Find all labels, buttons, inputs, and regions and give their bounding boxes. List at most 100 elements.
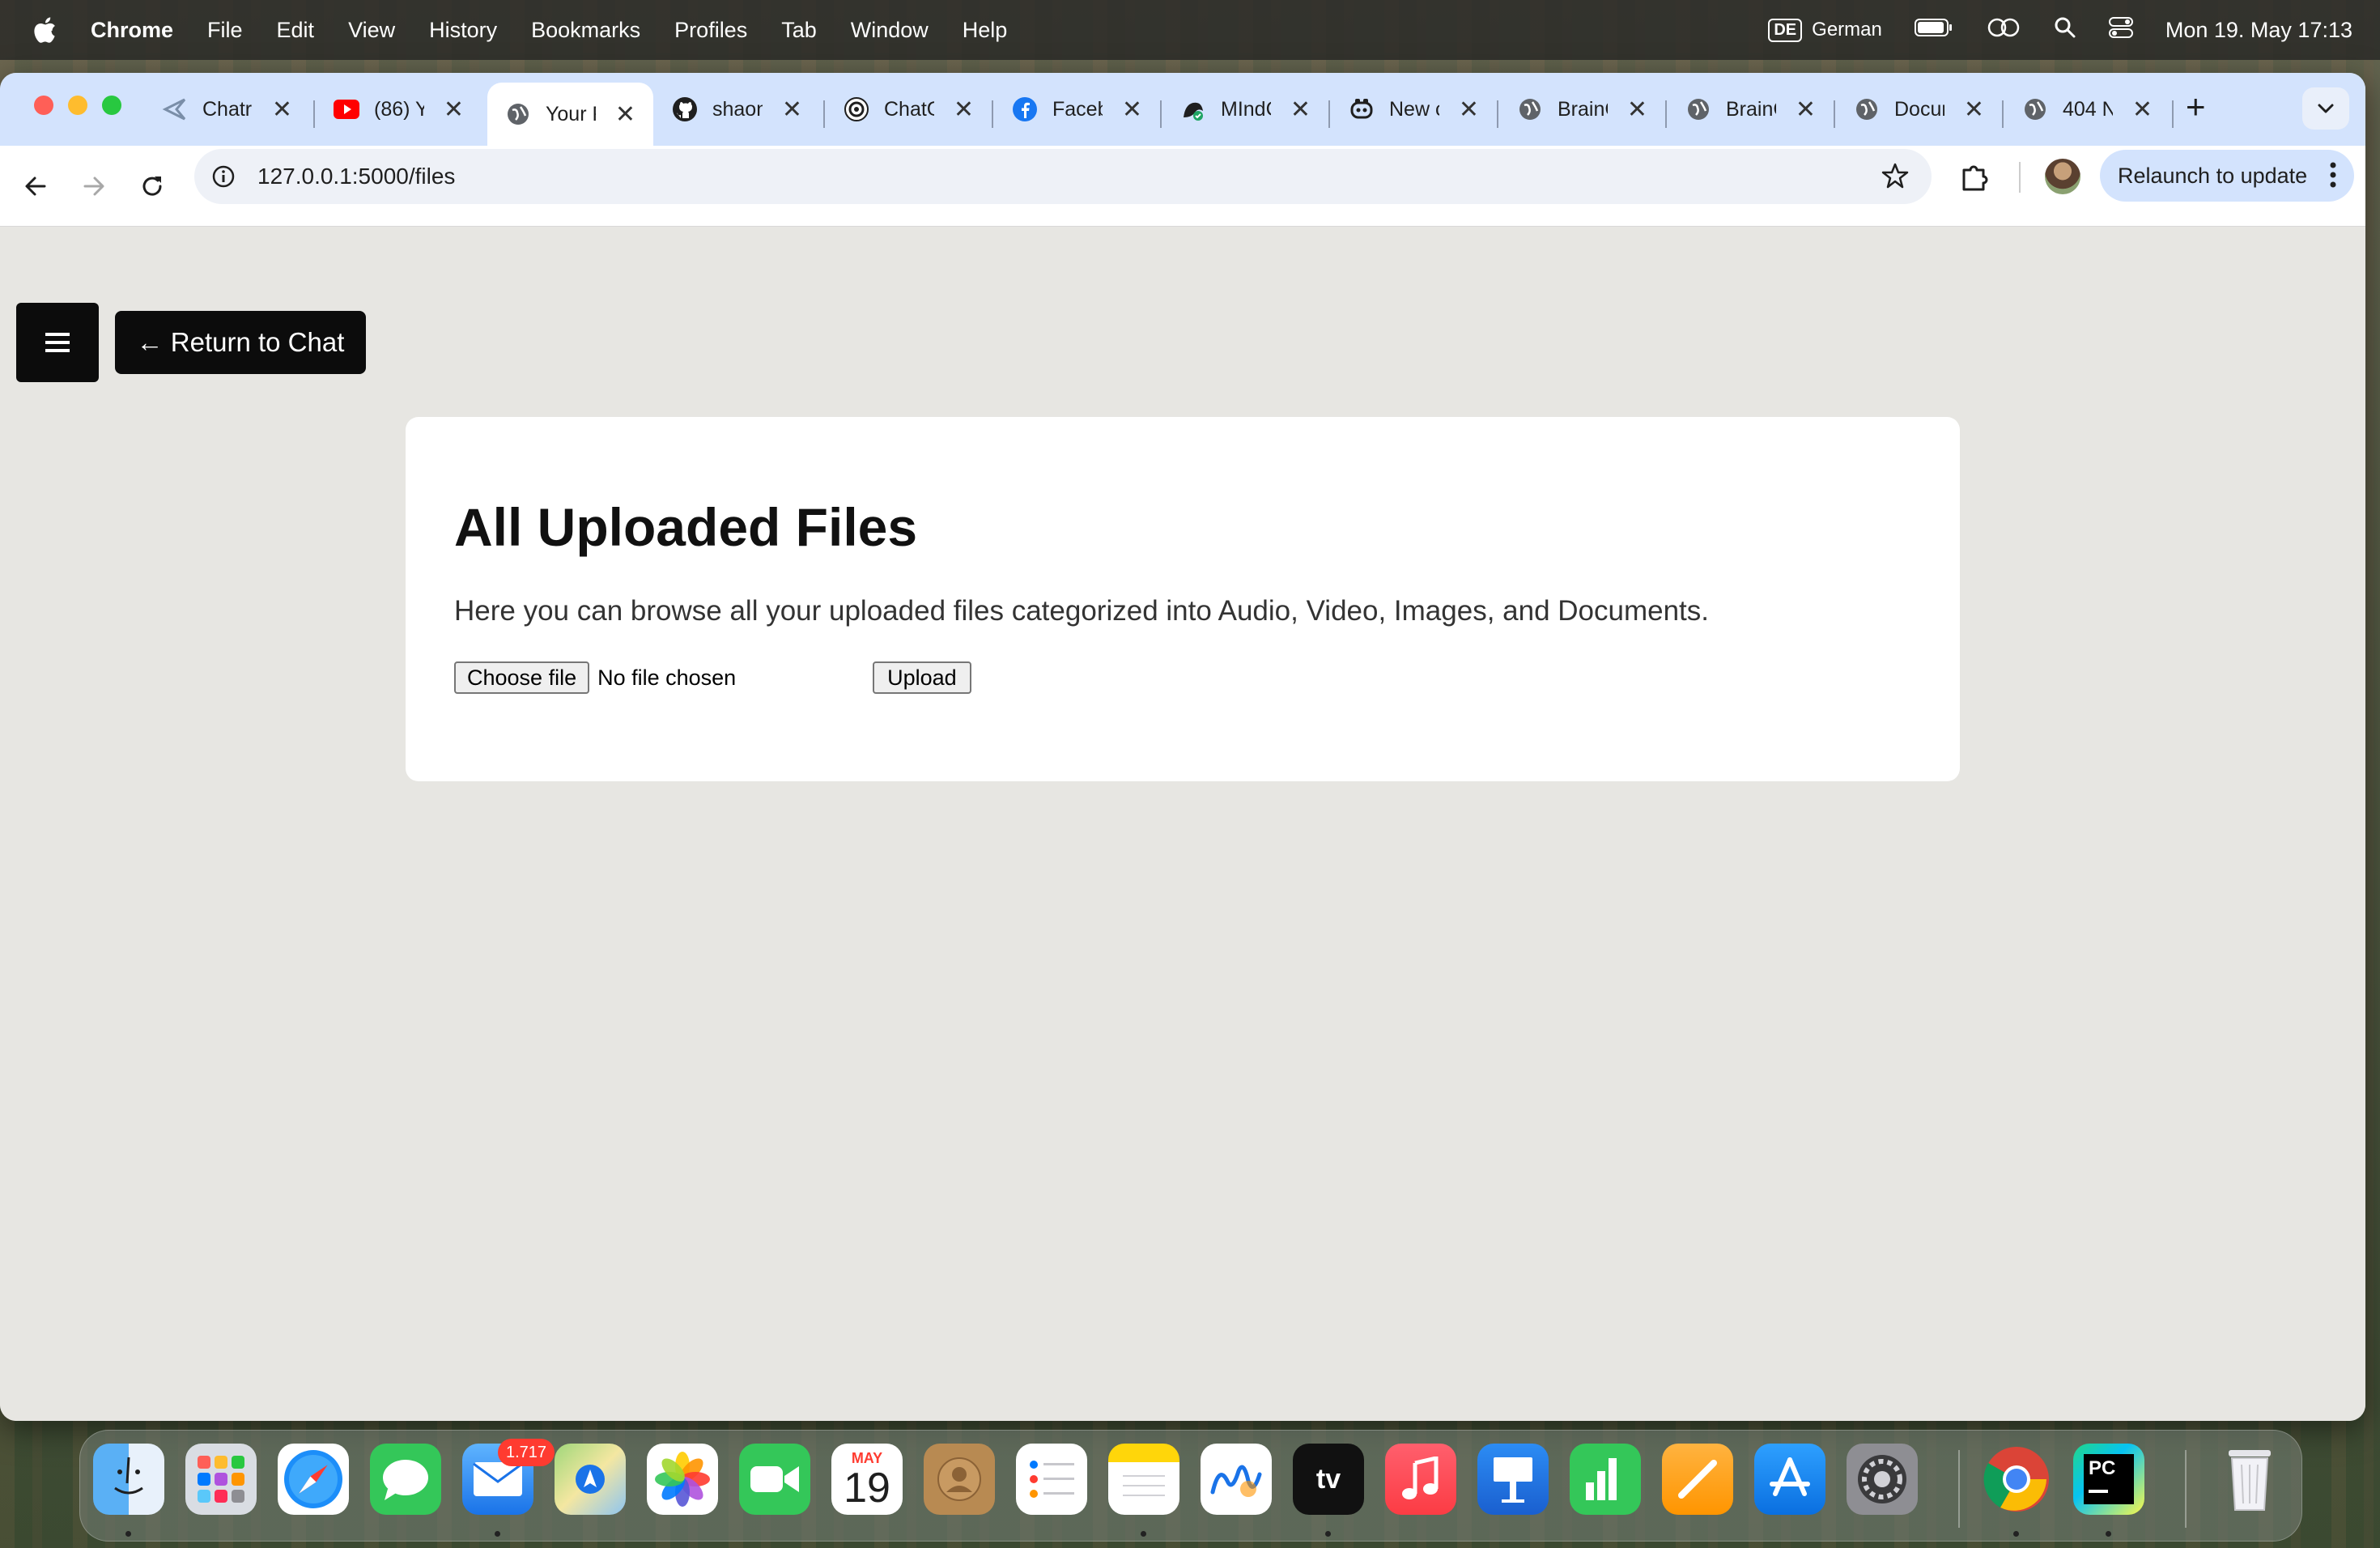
- facebook-icon: [1012, 96, 1038, 122]
- numbers-icon[interactable]: [1570, 1444, 1641, 1515]
- tab-close-icon[interactable]: ✕: [272, 96, 292, 124]
- browser-tab[interactable]: New c ✕: [1331, 83, 1497, 136]
- appletv-icon[interactable]: tv: [1293, 1444, 1364, 1515]
- menu-app-name[interactable]: Chrome: [91, 18, 173, 43]
- pages-icon[interactable]: [1662, 1444, 1733, 1515]
- menubar-clock[interactable]: Mon 19. May 17:13: [2165, 18, 2352, 43]
- tab-close-icon[interactable]: ✕: [954, 96, 974, 124]
- close-window-button[interactable]: [34, 96, 53, 115]
- safari-icon[interactable]: [278, 1444, 349, 1515]
- menu-view[interactable]: View: [348, 18, 395, 43]
- menu-bookmarks[interactable]: Bookmarks: [531, 18, 640, 43]
- tab-close-icon[interactable]: ✕: [615, 100, 635, 129]
- messages-icon[interactable]: [370, 1444, 441, 1515]
- tab-strip: Chatr ✕ (86) Y ✕ Your F ✕ shaon ✕: [0, 73, 2365, 146]
- calendar-icon[interactable]: MAY 19: [831, 1444, 903, 1515]
- running-indicator: [1141, 1531, 1146, 1537]
- launchpad-icon[interactable]: [185, 1444, 257, 1515]
- spotlight-search-icon[interactable]: [2054, 16, 2076, 45]
- back-arrow-icon[interactable]: [19, 170, 52, 202]
- screen-mirroring-icon[interactable]: [1986, 16, 2021, 45]
- site-info-icon[interactable]: [207, 160, 240, 193]
- tab-search-chevron-icon[interactable]: [2302, 87, 2349, 130]
- upload-button[interactable]: Upload: [873, 661, 971, 694]
- new-tab-plus-icon[interactable]: +: [2186, 87, 2206, 126]
- toolbar-divider: [2019, 162, 2021, 193]
- appstore-icon[interactable]: [1754, 1444, 1825, 1515]
- tab-close-icon[interactable]: ✕: [1796, 96, 1816, 124]
- menu-history[interactable]: History: [429, 18, 497, 43]
- minimize-window-button[interactable]: [68, 96, 87, 115]
- menu-tab[interactable]: Tab: [781, 18, 817, 43]
- tab-close-icon[interactable]: ✕: [1122, 96, 1142, 124]
- tab-close-icon[interactable]: ✕: [1290, 96, 1311, 124]
- relaunch-to-update-button[interactable]: Relaunch to update: [2100, 150, 2354, 202]
- browser-tab[interactable]: BrainC ✕: [1668, 83, 1834, 136]
- system-settings-icon[interactable]: [1847, 1444, 1918, 1515]
- tab-close-icon[interactable]: ✕: [1627, 96, 1647, 124]
- bookmark-star-icon[interactable]: [1881, 162, 1909, 194]
- music-icon[interactable]: [1385, 1444, 1456, 1515]
- hamburger-menu-button[interactable]: [16, 303, 99, 382]
- return-to-chat-button[interactable]: ← Return to Chat: [115, 311, 366, 374]
- forward-arrow-icon[interactable]: [78, 170, 110, 202]
- browser-tab[interactable]: Faceb ✕: [994, 83, 1160, 136]
- zoom-window-button[interactable]: [102, 96, 121, 115]
- tab-title: MIndC: [1221, 97, 1271, 121]
- photos-icon[interactable]: [647, 1444, 718, 1515]
- extensions-puzzle-icon[interactable]: [1959, 160, 1991, 197]
- facetime-icon[interactable]: [739, 1444, 810, 1515]
- tab-close-icon[interactable]: ✕: [2132, 96, 2153, 124]
- browser-tab[interactable]: BrainC ✕: [1499, 83, 1665, 136]
- finder-icon[interactable]: [93, 1444, 164, 1515]
- copilot-icon: [1349, 96, 1375, 122]
- menu-edit[interactable]: Edit: [277, 18, 315, 43]
- tab-close-icon[interactable]: ✕: [782, 96, 802, 124]
- notes-icon[interactable]: [1108, 1444, 1179, 1515]
- tab-divider: [823, 100, 825, 128]
- tab-title: Docur: [1894, 97, 1944, 121]
- contacts-icon[interactable]: [924, 1444, 995, 1515]
- browser-tab[interactable]: Chatr ✕: [144, 83, 310, 136]
- more-options-kebab-icon[interactable]: [2330, 161, 2336, 194]
- reminders-icon[interactable]: [1016, 1444, 1087, 1515]
- trash-icon[interactable]: [2214, 1444, 2285, 1515]
- relaunch-label: Relaunch to update: [2118, 163, 2308, 188]
- input-source-menu[interactable]: DE German: [1768, 18, 1882, 42]
- battery-icon[interactable]: [1914, 18, 1953, 43]
- browser-tab[interactable]: ChatG ✕: [826, 83, 992, 136]
- tab-close-icon[interactable]: ✕: [1964, 96, 1984, 124]
- browser-tab-active[interactable]: Your F ✕: [487, 83, 653, 146]
- browser-tab[interactable]: shaon ✕: [654, 83, 820, 136]
- keynote-icon[interactable]: [1477, 1444, 1549, 1515]
- apple-logo-icon[interactable]: [32, 16, 57, 44]
- freeform-icon[interactable]: [1201, 1444, 1272, 1515]
- tab-title: Chatr: [202, 97, 253, 121]
- pycharm-icon[interactable]: PC: [2073, 1444, 2144, 1515]
- reload-icon[interactable]: [136, 170, 168, 202]
- control-center-icon[interactable]: [2108, 16, 2133, 45]
- tab-divider: [1834, 100, 1835, 128]
- chrome-icon[interactable]: [1981, 1444, 2052, 1515]
- tab-close-icon[interactable]: ✕: [1459, 96, 1479, 124]
- menu-file[interactable]: File: [207, 18, 243, 43]
- tab-title: Faceb: [1052, 97, 1103, 121]
- files-card: All Uploaded Files Here you can browse a…: [406, 417, 1960, 781]
- choose-file-button[interactable]: Choose file: [454, 661, 590, 694]
- browser-tab[interactable]: (86) Y ✕: [316, 83, 482, 136]
- menu-help[interactable]: Help: [963, 18, 1008, 43]
- pycharm-logo-letters: PC: [2089, 1457, 2116, 1479]
- hamburger-icon: [45, 333, 70, 352]
- menu-window[interactable]: Window: [851, 18, 929, 43]
- browser-tab[interactable]: 404 N ✕: [2004, 83, 2170, 136]
- maps-icon[interactable]: [555, 1444, 626, 1515]
- menu-profiles[interactable]: Profiles: [674, 18, 747, 43]
- chatroom-icon: [162, 96, 188, 122]
- tab-close-icon[interactable]: ✕: [444, 96, 464, 124]
- browser-tab[interactable]: MIndC ✕: [1162, 83, 1328, 136]
- address-bar[interactable]: 127.0.0.1:5000/files: [194, 149, 1932, 204]
- url-text: 127.0.0.1:5000/files: [257, 164, 456, 189]
- running-indicator: [2106, 1531, 2111, 1537]
- browser-tab[interactable]: Docur ✕: [1836, 83, 2002, 136]
- profile-avatar[interactable]: [2045, 159, 2080, 194]
